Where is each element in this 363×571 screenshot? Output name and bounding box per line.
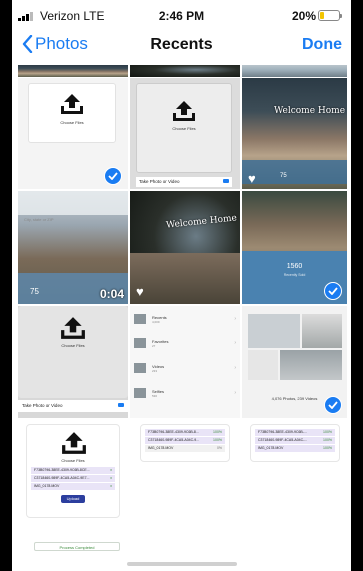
album-row: Videos 233 › [130,363,240,373]
file-row: F73B0796-38EE-4309-9C6B-... 100% [255,429,335,436]
selected-checkmark-icon [324,282,342,300]
nav-bar: Photos Recents Done [12,32,351,62]
photo-thumbnail[interactable]: 1560 Recently Sold [242,191,347,304]
album-row: Favorites 27 › [130,338,240,348]
upload-icon [173,101,195,121]
photo-thumbnail[interactable]: Recents 4,009 › Favorites 27 › Videos 233 › Se… [130,306,240,418]
file-list: F73B0796-38EE-4309-9C6B-... 100% C3718460… [255,429,335,453]
photo-thumbnail[interactable]: Choose Files Take Photo or Video [18,306,128,418]
collage-photo [280,350,342,380]
photo-thumbnail[interactable] [18,65,128,77]
photo-thumbnail[interactable] [242,65,347,77]
photo-thumbnail[interactable]: Welcome Home ♥ [130,191,240,304]
big-number: 75 [30,287,39,296]
take-photo-label: Take Photo or Video [22,403,63,408]
take-photo-option: Take Photo or Video [136,177,232,187]
progress-panel: F73B0796-38EE-4309-9C6B-... 100% C3718460… [250,424,340,462]
selected-checkmark-icon [324,396,342,414]
album-row: Selfies 530 › [130,388,240,398]
collage-photo [302,314,342,348]
choose-files-label: Choose Files [61,458,85,463]
album-row: Recents 4,009 › [130,314,240,324]
photo-thumbnail[interactable]: Choose Files Take Photo or Video [130,78,240,189]
choose-files-card: Choose Files [18,306,128,398]
file-row: C3718460-989F-4CA5-A04C-... 100% [255,437,335,444]
video-duration: 0:04 [100,287,125,301]
page-title: Recents [150,36,213,53]
battery-percent: 20% [292,9,317,23]
camera-icon [223,179,229,183]
house-number: 1560 [286,263,303,270]
photo-thumbnail[interactable]: F73B0796-38EE-4309-9C6B-8... 100% C371846… [130,420,240,470]
file-list: F73B0796-38EE-4309-9C6B-8CE... x C3718460… [31,467,115,491]
selected-checkmark-icon [104,167,122,185]
battery-icon [318,10,342,21]
big-number: 75 [280,173,287,179]
camera-icon [118,403,124,407]
house-roof [130,253,240,304]
choose-files-card: Choose Files [136,83,232,173]
upload-icon [61,317,85,339]
search-header [18,191,128,215]
photo-thumbnail[interactable]: Welcome Home ♥ 75 [242,78,347,189]
phone-screen: Verizon LTE 2:46 PM 20% Photos Recents D… [12,0,351,571]
upload-icon [62,432,86,454]
photo-thumbnail[interactable]: 4,076 Photos, 239 Videos [242,306,347,418]
welcome-sign: Welcome Home [165,213,238,231]
take-photo-option: Take Photo or Video [18,400,128,412]
photo-thumbnail[interactable]: Choose Files F73B0796-38EE-4309-9C6B-8CE… [18,420,128,560]
file-row: F73B0796-38EE-4309-9C6B-8CE... x [31,467,115,474]
house-sub: Recently Sold [283,273,306,277]
file-row: C3718460-989F-4CA5-A04C-9E7... x [31,475,115,482]
status-bar: Verizon LTE 2:46 PM 20% [12,0,351,32]
welcome-sign: Welcome Home [274,106,346,116]
take-photo-label: Take Photo or Video [139,179,180,184]
home-indicator [127,562,237,566]
favorite-heart-icon: ♥ [136,284,144,299]
choose-files-card: Choose Files [28,83,116,143]
file-row: IMG_0178.MOV 100% [255,445,335,452]
process-status: Process Completed [34,542,120,551]
done-button[interactable]: Done [302,36,342,54]
file-row: IMG_0178.MOV x [31,483,115,490]
upload-button[interactable]: Upload [61,495,85,503]
favorite-heart-icon: ♥ [248,171,256,186]
choose-files-label: Choose Files [60,120,84,125]
collage-photo [248,314,300,348]
search-hint: City, state or ZIP [24,217,54,222]
photo-thumbnail[interactable] [130,65,240,77]
choose-files-label: Choose Files [61,343,85,348]
file-row: C3718460-989F-4CA5-A04C-9... 100% [145,437,225,444]
file-row: IMG_0178.MOV 0% [145,445,225,452]
upload-panel: Choose Files F73B0796-38EE-4309-9C6B-8CE… [26,424,120,518]
choose-files-label: Choose Files [172,126,196,131]
file-list: F73B0796-38EE-4309-9C6B-8... 100% C371846… [145,429,225,453]
progress-panel: F73B0796-38EE-4309-9C6B-8... 100% C371846… [140,424,230,462]
photo-thumbnail[interactable]: Choose Files [18,78,128,189]
house-banner [242,160,347,184]
photo-thumbnail[interactable]: F73B0796-38EE-4309-9C6B-... 100% C3718460… [242,420,347,470]
video-thumbnail[interactable]: City, state or ZIP 75 0:04 [18,191,128,304]
collage-photo [248,350,278,380]
upload-icon [61,94,83,114]
file-row: F73B0796-38EE-4309-9C6B-8... 100% [145,429,225,436]
